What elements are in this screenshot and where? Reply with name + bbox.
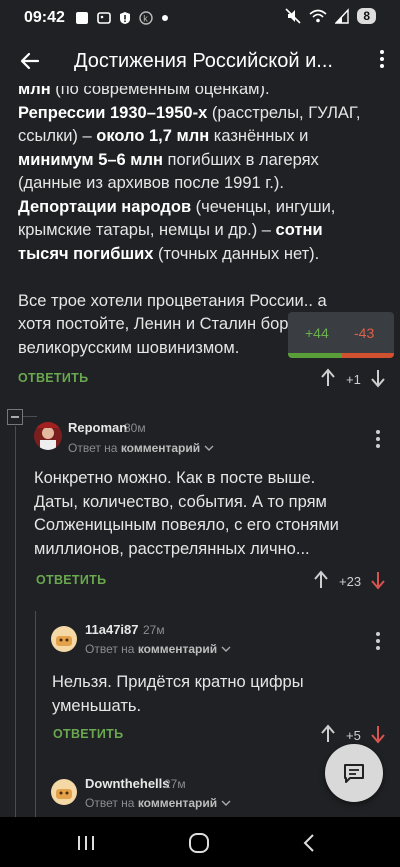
signal-icon xyxy=(335,8,350,24)
downvote-arrow-icon[interactable] xyxy=(370,368,386,388)
avatar[interactable] xyxy=(34,422,62,450)
battery-indicator: 8 xyxy=(357,8,376,24)
comment-icon xyxy=(344,764,364,783)
comment-reply-button[interactable]: ОТВЕТИТЬ xyxy=(36,573,106,587)
wifi-icon xyxy=(309,9,327,23)
comment-reply-to[interactable]: Ответ на комментарий xyxy=(68,441,214,455)
comment-time: 27м xyxy=(143,623,165,637)
app-bar: Достижения Российской и... xyxy=(0,36,400,86)
system-nav-bar xyxy=(0,817,400,867)
comment-username[interactable]: 11a47i87 xyxy=(85,622,139,637)
mute-icon xyxy=(285,8,301,24)
comment-username[interactable]: Downthehells xyxy=(85,776,170,791)
upvote-arrow-icon[interactable] xyxy=(320,368,336,388)
comment-text: Нельзя. Придётся кратно цифры уменьшать. xyxy=(52,673,304,715)
comment-reply-button[interactable]: ОТВЕТИТЬ xyxy=(53,727,123,741)
thread-line-nested xyxy=(35,611,36,817)
collapse-thread-button[interactable] xyxy=(7,409,23,425)
comments-feed[interactable]: млн (по современным оценкам). Репрессии … xyxy=(0,86,400,817)
comment-score: +23 xyxy=(339,574,362,589)
gallery-icon xyxy=(97,12,111,24)
back-arrow-icon[interactable] xyxy=(18,49,42,73)
avatar[interactable] xyxy=(51,626,77,652)
thread-line xyxy=(15,426,16,817)
avatar[interactable] xyxy=(51,779,77,805)
upvote-arrow-icon[interactable] xyxy=(313,570,329,590)
comment-time: 27м xyxy=(164,777,186,791)
k-badge-icon: k xyxy=(139,11,153,25)
comment-score: +5 xyxy=(346,728,361,743)
write-comment-fab[interactable] xyxy=(325,744,383,802)
post-reply-button[interactable]: ОТВЕТИТЬ xyxy=(18,371,88,385)
downvote-arrow-icon[interactable] xyxy=(370,724,386,744)
status-time: 09:42 xyxy=(24,9,65,26)
comment-reply-to[interactable]: Ответ на комментарий xyxy=(85,642,231,656)
upvote-arrow-icon[interactable] xyxy=(320,724,336,744)
comment-username[interactable]: Repoman xyxy=(68,420,127,435)
home-icon[interactable] xyxy=(188,832,210,854)
overflow-menu-icon[interactable] xyxy=(380,50,384,71)
rating-bar-positive xyxy=(288,353,342,358)
chevron-down-icon xyxy=(204,445,213,451)
rating-negative: -43 xyxy=(354,325,375,341)
rating-popup: +44 -43 xyxy=(288,312,394,358)
comment-time: 30м xyxy=(124,421,146,435)
comment-menu-icon[interactable] xyxy=(376,430,380,451)
downvote-arrow-icon[interactable] xyxy=(370,570,386,590)
back-nav-icon[interactable] xyxy=(302,833,316,853)
recent-apps-icon[interactable] xyxy=(77,834,95,852)
svg-text:k: k xyxy=(143,14,148,24)
rating-bar-negative xyxy=(342,353,394,358)
page-title: Достижения Российской и... xyxy=(74,49,333,72)
comment-text: Конкретно можно. Как в посте выше. Даты,… xyxy=(34,469,339,558)
chevron-down-icon xyxy=(221,646,230,652)
notification-square-icon xyxy=(75,12,88,24)
dot-icon xyxy=(161,15,168,21)
thread-line xyxy=(23,416,37,417)
status-bar: 09:42 k 8 xyxy=(0,0,400,36)
comment-reply-to[interactable]: Ответ на комментарий xyxy=(85,796,231,810)
rating-positive: +44 xyxy=(305,325,329,341)
alert-shield-icon xyxy=(119,12,130,24)
post-score: +1 xyxy=(346,372,361,387)
comment-menu-icon[interactable] xyxy=(376,632,380,653)
chevron-down-icon xyxy=(221,800,230,806)
